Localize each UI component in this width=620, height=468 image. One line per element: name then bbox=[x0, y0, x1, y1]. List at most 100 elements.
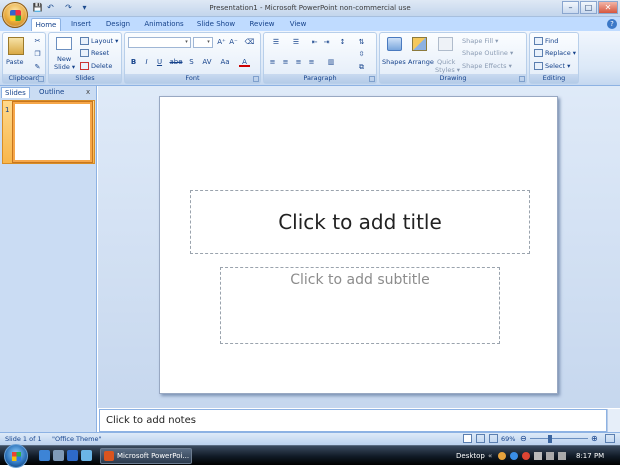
zoom-in-icon[interactable]: ⊕ bbox=[591, 434, 598, 443]
change-case-button[interactable]: Aa bbox=[218, 57, 232, 67]
shapes-button[interactable]: Shapes bbox=[382, 57, 406, 67]
tab-home[interactable]: Home bbox=[31, 18, 61, 31]
clear-formatting-button[interactable]: ⌫ bbox=[244, 37, 255, 47]
tray-icon[interactable] bbox=[522, 452, 530, 460]
shapes-icon[interactable] bbox=[387, 37, 402, 51]
office-button[interactable] bbox=[2, 2, 28, 28]
reset-button[interactable]: Reset bbox=[80, 48, 109, 58]
tray-expand-icon[interactable]: « bbox=[488, 446, 492, 466]
bullets-icon[interactable]: ☰ bbox=[267, 37, 285, 47]
clipboard-launcher-icon[interactable] bbox=[38, 76, 44, 82]
quick-styles-icon[interactable] bbox=[438, 37, 453, 51]
new-slide-dropdown[interactable]: Slide ▾ bbox=[54, 62, 75, 72]
font-size-combo[interactable]: ▾ bbox=[193, 37, 213, 48]
tab-design[interactable]: Design bbox=[101, 18, 135, 31]
help-icon[interactable]: ? bbox=[607, 19, 617, 29]
tab-insert[interactable]: Insert bbox=[66, 18, 96, 31]
zoom-level[interactable]: 69% bbox=[501, 435, 515, 443]
text-direction-icon[interactable]: ⇅ bbox=[356, 37, 367, 47]
subtitle-placeholder-text: Click to add subtitle bbox=[290, 272, 430, 288]
font-name-combo[interactable]: ▾ bbox=[128, 37, 191, 48]
increase-indent-icon[interactable]: ⇥ bbox=[321, 37, 332, 47]
underline-button[interactable]: U bbox=[154, 57, 165, 67]
tray-icon[interactable] bbox=[498, 452, 506, 460]
maximize-button[interactable]: □ bbox=[580, 1, 597, 14]
columns-icon[interactable]: ▥ bbox=[324, 57, 338, 67]
tray-icon[interactable] bbox=[558, 452, 566, 460]
shadow-button[interactable]: S bbox=[186, 57, 197, 67]
delete-button[interactable]: Delete bbox=[80, 61, 112, 71]
format-painter-icon[interactable]: ✎ bbox=[32, 62, 43, 72]
copy-icon[interactable]: ❐ bbox=[32, 49, 43, 59]
cut-icon[interactable]: ✂ bbox=[32, 36, 43, 46]
desktop-toolbar[interactable]: Desktop bbox=[456, 446, 485, 466]
shrink-font-button[interactable]: A⁻ bbox=[228, 37, 239, 47]
show-desktop-icon[interactable] bbox=[53, 450, 64, 461]
tab-review[interactable]: Review bbox=[245, 18, 279, 31]
character-spacing-button[interactable]: AV bbox=[200, 57, 214, 67]
smartart-icon[interactable]: ⧉ bbox=[356, 62, 367, 72]
tray-icon[interactable] bbox=[510, 452, 518, 460]
drawing-launcher-icon[interactable] bbox=[519, 76, 525, 82]
slide-thumbnail[interactable] bbox=[12, 101, 93, 163]
slide[interactable]: Click to add title Click to add subtitle bbox=[159, 96, 558, 394]
shape-fill-button[interactable]: Shape Fill ▾ bbox=[462, 36, 498, 46]
zoom-slider[interactable] bbox=[530, 438, 588, 439]
find-button[interactable]: Find bbox=[534, 36, 558, 46]
chevron-down-icon[interactable]: ▾ bbox=[205, 38, 212, 47]
tab-animations[interactable]: Animations bbox=[140, 18, 188, 31]
tab-outline[interactable]: Outline bbox=[36, 87, 67, 98]
arrange-button[interactable]: Arrange bbox=[408, 57, 434, 67]
close-pane-icon[interactable]: x bbox=[86, 88, 90, 96]
grow-font-button[interactable]: A⁺ bbox=[216, 37, 227, 47]
line-spacing-icon[interactable]: ↕ bbox=[335, 37, 350, 47]
zoom-out-icon[interactable]: ⊖ bbox=[520, 434, 527, 443]
switch-windows-icon[interactable] bbox=[81, 450, 92, 461]
close-button[interactable]: ✕ bbox=[598, 1, 618, 14]
layout-button[interactable]: Layout ▾ bbox=[80, 36, 118, 46]
ie-icon[interactable] bbox=[39, 450, 50, 461]
select-button[interactable]: Select ▾ bbox=[534, 61, 570, 71]
decrease-indent-icon[interactable]: ⇤ bbox=[309, 37, 320, 47]
word-icon[interactable] bbox=[67, 450, 78, 461]
paste-icon[interactable] bbox=[8, 37, 24, 55]
align-left-icon[interactable]: ≡ bbox=[267, 57, 278, 67]
align-text-icon[interactable]: ⇳ bbox=[356, 49, 367, 59]
replace-icon bbox=[534, 49, 543, 57]
tab-view[interactable]: View bbox=[284, 18, 312, 31]
chevron-down-icon[interactable]: ▾ bbox=[183, 38, 190, 47]
normal-view-icon[interactable] bbox=[463, 434, 472, 443]
vertical-scrollbar[interactable] bbox=[607, 409, 620, 432]
notes-pane[interactable]: Click to add notes bbox=[99, 409, 607, 432]
subtitle-placeholder[interactable]: Click to add subtitle bbox=[220, 267, 500, 344]
title-placeholder[interactable]: Click to add title bbox=[190, 190, 530, 254]
fit-to-window-icon[interactable] bbox=[605, 434, 615, 443]
volume-icon[interactable] bbox=[546, 452, 554, 460]
justify-icon[interactable]: ≡ bbox=[306, 57, 317, 67]
align-right-icon[interactable]: ≡ bbox=[293, 57, 304, 67]
paragraph-launcher-icon[interactable] bbox=[369, 76, 375, 82]
start-button[interactable] bbox=[4, 444, 28, 468]
numbering-icon[interactable]: ☰ bbox=[287, 37, 305, 47]
clock[interactable]: 8:17 PM bbox=[576, 446, 604, 466]
italic-button[interactable]: I bbox=[141, 57, 152, 67]
tab-slides[interactable]: Slides bbox=[1, 87, 30, 98]
strikethrough-button[interactable]: abe bbox=[169, 57, 183, 67]
new-slide-icon[interactable] bbox=[56, 37, 72, 50]
slide-sorter-icon[interactable] bbox=[476, 434, 485, 443]
bold-button[interactable]: B bbox=[128, 57, 139, 67]
tab-slide-show[interactable]: Slide Show bbox=[193, 18, 239, 31]
align-center-icon[interactable]: ≡ bbox=[280, 57, 291, 67]
taskbar-powerpoint-button[interactable]: Microsoft PowerPoi... bbox=[100, 448, 192, 464]
minimize-button[interactable]: – bbox=[562, 1, 579, 14]
network-icon[interactable] bbox=[534, 452, 542, 460]
arrange-icon[interactable] bbox=[412, 37, 427, 51]
zoom-slider-thumb[interactable] bbox=[548, 435, 552, 443]
slide-show-icon[interactable] bbox=[489, 434, 498, 443]
font-color-button[interactable]: A bbox=[239, 57, 250, 67]
shape-outline-button[interactable]: Shape Outline ▾ bbox=[462, 48, 513, 58]
replace-button[interactable]: Replace ▾ bbox=[534, 48, 576, 58]
shape-effects-button[interactable]: Shape Effects ▾ bbox=[462, 61, 512, 71]
font-launcher-icon[interactable] bbox=[253, 76, 259, 82]
paste-button[interactable]: Paste bbox=[6, 57, 24, 67]
